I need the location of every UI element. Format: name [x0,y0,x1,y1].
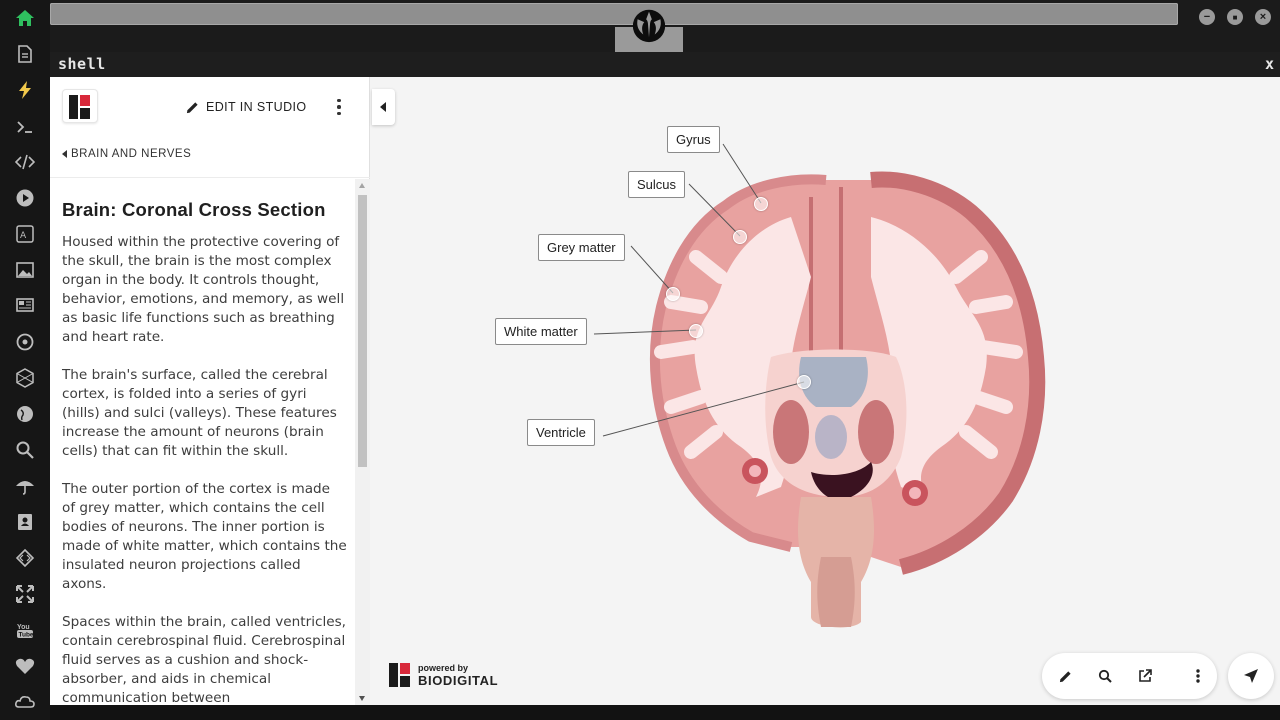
address-bar[interactable] [50,3,1178,25]
annotation-pin-ventricle[interactable] [797,375,811,389]
navigate-icon[interactable] [1228,653,1274,699]
settings-icon[interactable] [10,327,40,357]
app-dock: A You Tube [0,0,50,720]
youtube-icon[interactable]: You Tube [10,615,40,645]
article-paragraph: Housed within the protective covering of… [62,234,345,345]
model-viewer[interactable]: Gyrus Sulcus Grey matter White matter Ve… [371,77,1280,705]
panel-scrollbar[interactable] [355,179,370,705]
search-icon[interactable] [1095,666,1115,686]
edit-in-studio-label: EDIT IN STUDIO [206,100,307,114]
minimize-button[interactable]: − [1199,9,1215,25]
title-bar: − ■ × [50,0,1280,52]
biodigital-viewer-app: EDIT IN STUDIO BRAIN AND NERVES Brain: C… [50,77,1280,705]
maximize-button[interactable]: ■ [1227,9,1243,25]
cloud-icon[interactable] [10,687,40,717]
svg-text:Tube: Tube [19,632,34,639]
article-content: Brain: Coronal Cross Section Housed with… [50,179,355,705]
globe-icon[interactable] [10,399,40,429]
umbrella-icon[interactable] [10,471,40,501]
home-icon[interactable] [10,3,40,33]
heart-icon[interactable] [10,651,40,681]
article-title: Brain: Coronal Cross Section [62,199,326,220]
biodigital-logo[interactable] [62,89,98,123]
panel-header: EDIT IN STUDIO BRAIN AND NERVES [50,77,370,178]
annotation-label-white-matter[interactable]: White matter [495,318,587,345]
shell-close-button[interactable]: x [1265,55,1274,73]
edit-in-studio-button[interactable]: EDIT IN STUDIO [186,98,307,116]
scroll-thumb[interactable] [358,195,367,467]
document-icon[interactable] [10,39,40,69]
breadcrumb[interactable]: BRAIN AND NERVES [62,148,191,160]
close-button[interactable]: × [1255,9,1271,25]
news-icon[interactable] [10,290,40,320]
breadcrumb-label: BRAIN AND NERVES [71,148,192,160]
shell-title: shell [58,55,106,73]
article-paragraph: The outer portion of the cortex is made … [62,481,347,592]
diamond-code-icon[interactable] [10,543,40,573]
svg-text:You: You [17,624,30,631]
brand-label: BIODIGITAL [418,672,499,688]
biodigital-logo [389,663,410,687]
annotation-pin-gyrus[interactable] [754,197,768,211]
annotation-label-ventricle[interactable]: Ventricle [527,419,595,446]
chevron-left-icon [62,150,67,158]
external-link-icon[interactable] [1135,666,1155,686]
code-icon[interactable] [10,147,40,177]
annotation-label-gyrus[interactable]: Gyrus [667,126,720,153]
more-icon[interactable] [1188,666,1208,686]
brain-coronal-section-model[interactable] [371,77,1280,705]
annotation-pin-white-matter[interactable] [689,324,703,338]
rebel-alliance-icon [632,9,666,43]
expand-icon[interactable] [10,579,40,609]
hexagon-icon[interactable] [10,363,40,393]
viewer-toolbar [1042,653,1217,699]
pencil-icon [186,101,198,113]
scroll-down-arrow[interactable] [359,696,365,701]
translate-icon[interactable]: A [10,219,40,249]
annotation-pin-sulcus[interactable] [733,230,747,244]
article-paragraph: Spaces within the brain, called ventricl… [62,614,347,705]
article-paragraph: The brain's surface, called the cerebral… [62,367,337,459]
annotation-label-grey-matter[interactable]: Grey matter [538,234,625,261]
annotation-pin-grey-matter[interactable] [666,287,680,301]
terminal-icon[interactable] [10,112,40,142]
shell-header: shell x [50,52,1280,77]
powered-by-biodigital: powered by BIODIGITAL [388,662,498,688]
powered-by-label: powered by [418,662,469,673]
bottom-strip [50,705,1280,720]
svg-text:A: A [20,231,27,241]
info-panel: EDIT IN STUDIO BRAIN AND NERVES Brain: C… [50,77,370,705]
pencil-icon[interactable] [1055,666,1075,686]
lightning-icon[interactable] [10,75,40,105]
annotation-label-sulcus[interactable]: Sulcus [628,171,686,198]
play-icon[interactable] [10,183,40,213]
image-icon[interactable] [10,255,40,285]
more-options-button[interactable] [333,97,345,117]
search-icon[interactable] [10,435,40,465]
contact-icon[interactable] [10,507,40,537]
scroll-up-arrow[interactable] [359,183,365,188]
